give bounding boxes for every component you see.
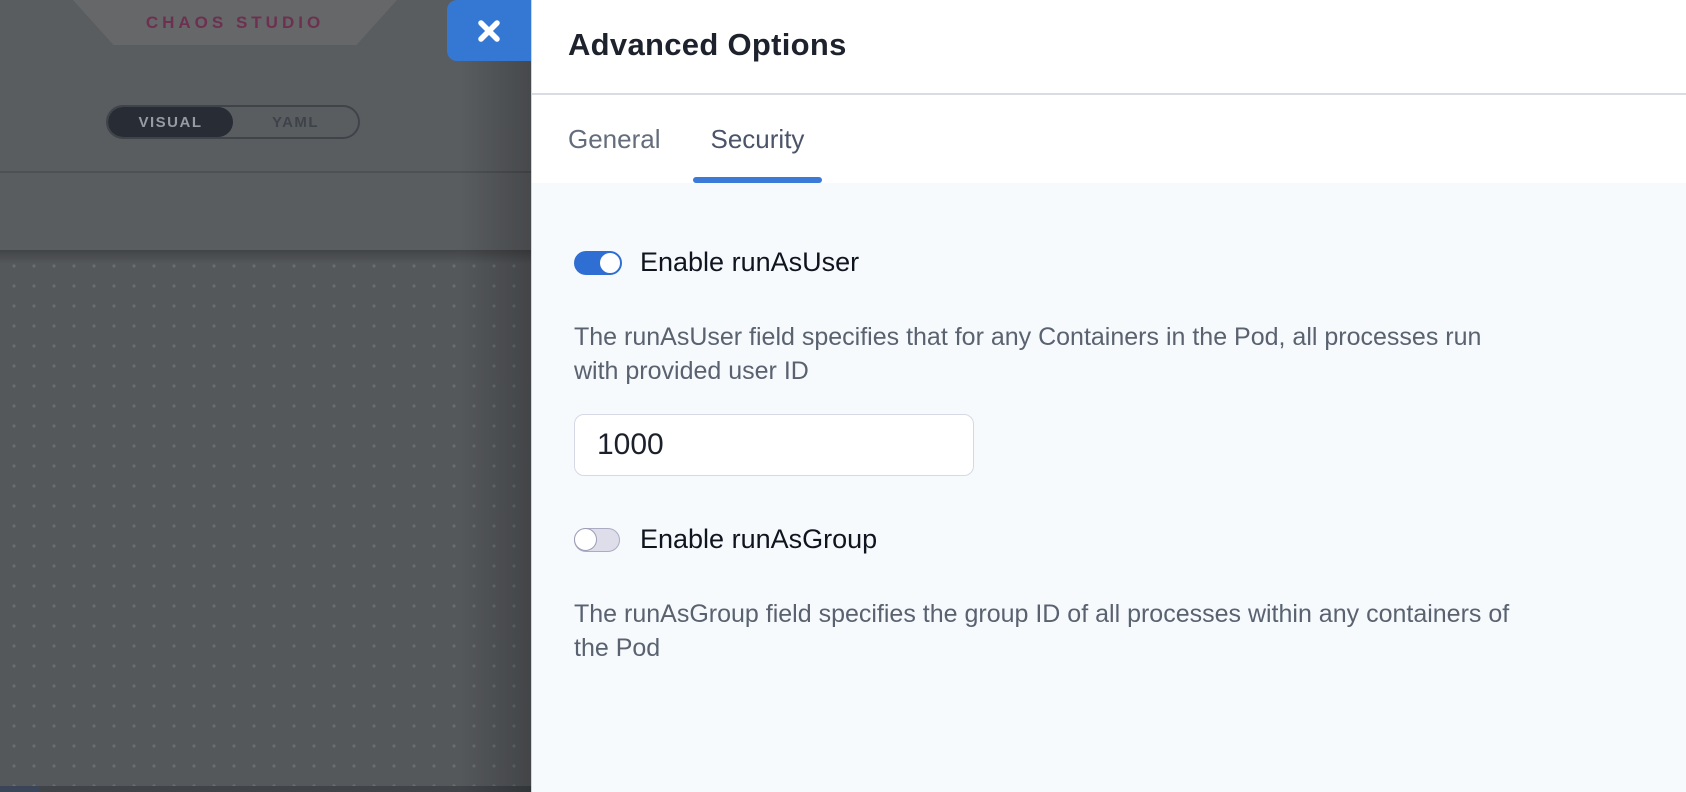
view-mode-toggle[interactable]: VISUAL YAML [106, 105, 360, 139]
tab-security[interactable]: Security [693, 95, 823, 183]
toggle-knob [574, 528, 597, 551]
tab-security-label: Security [711, 124, 805, 155]
yaml-view-tab[interactable]: YAML [233, 107, 358, 137]
run-as-user-label: Enable runAsUser [640, 247, 859, 278]
drawer-title: Advanced Options [532, 0, 1686, 63]
chaos-studio-badge-label: CHAOS STUDIO [146, 13, 324, 33]
close-icon [475, 17, 503, 45]
advanced-options-drawer: Advanced Options General Security Enable… [531, 0, 1686, 792]
run-as-user-row: Enable runAsUser [574, 247, 1646, 278]
yaml-view-label: YAML [272, 114, 319, 131]
tab-general-label: General [568, 124, 661, 155]
run-as-user-toggle[interactable] [574, 251, 620, 275]
run-as-group-description: The runAsGroup field specifies the group… [574, 597, 1524, 665]
security-tab-panel: Enable runAsUser The runAsUser field spe… [532, 183, 1686, 792]
visual-view-label: VISUAL [138, 114, 202, 131]
run-as-group-row: Enable runAsGroup [574, 524, 1646, 555]
dotted-canvas [0, 250, 531, 792]
active-tab-underline [693, 177, 823, 183]
dimmed-workspace: CHAOS STUDIO VISUAL YAML [0, 0, 531, 792]
toggle-knob [598, 251, 622, 275]
run-as-group-toggle[interactable] [574, 528, 620, 552]
run-as-user-description: The runAsUser field specifies that for a… [574, 320, 1524, 388]
drawer-header: Advanced Options [532, 0, 1686, 95]
drawer-tabs: General Security [532, 95, 1686, 183]
visual-view-tab[interactable]: VISUAL [108, 107, 233, 137]
canvas-bottom-accent [0, 786, 40, 792]
tab-general[interactable]: General [568, 95, 679, 183]
run-as-user-input[interactable] [574, 414, 974, 476]
workspace-divider [0, 171, 531, 173]
close-drawer-button[interactable] [447, 0, 531, 61]
run-as-group-label: Enable runAsGroup [640, 524, 877, 555]
chaos-studio-badge: CHAOS STUDIO [73, 0, 397, 45]
canvas-bottom-strip [0, 786, 531, 792]
